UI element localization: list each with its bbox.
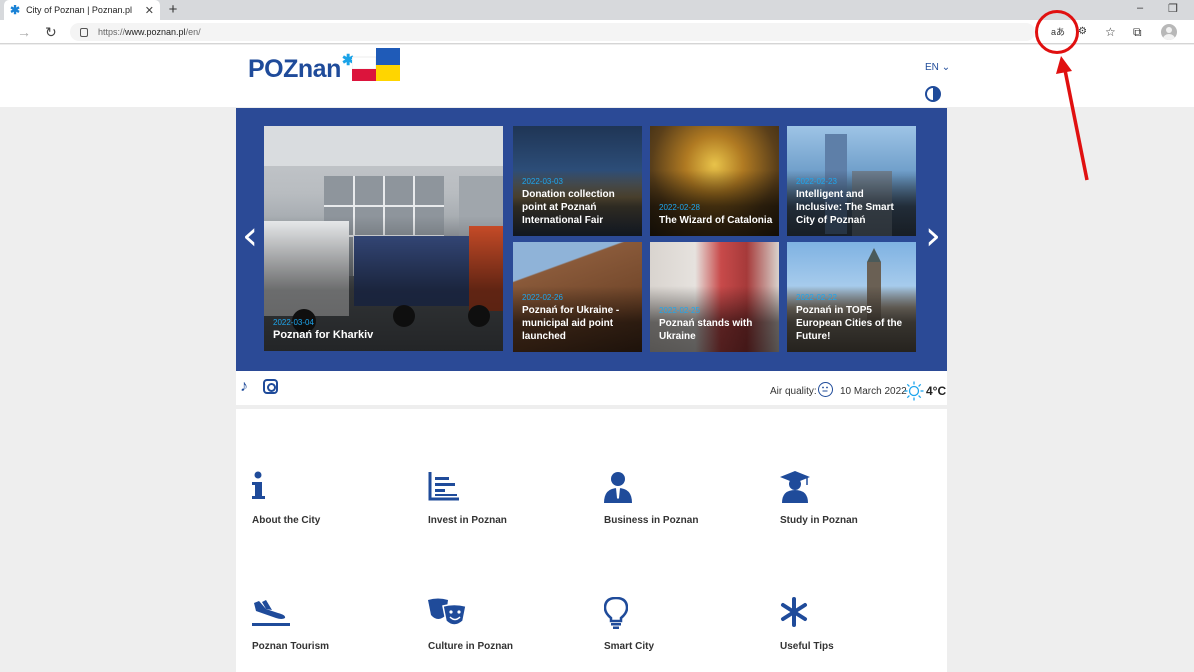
contrast-toggle-icon[interactable] — [925, 86, 941, 102]
info-bar: ♪ Air quality: 10 March 2022 4°C — [236, 371, 947, 405]
tab-close-icon[interactable]: ✕ — [145, 4, 154, 17]
tile-label: Culture in Poznan — [428, 641, 513, 652]
news-slider: ‹ › 2022-03-04 Poznań for Kharkiv 2022-0… — [236, 108, 947, 371]
lightbulb-icon — [603, 596, 764, 631]
poznan-favicon-icon: ✱ — [10, 3, 21, 17]
logo-text: POZnan — [248, 55, 341, 83]
news-card[interactable]: 2022-02-23 Intelligent and Inclusive: Th… — [787, 126, 916, 236]
news-date: 2022-02-28 — [659, 203, 700, 212]
news-card[interactable]: 2022-02-26 Poznań for Ukraine - municipa… — [513, 242, 642, 352]
url-scheme: https:// — [98, 27, 126, 37]
restore-icon[interactable]: ❐ — [1168, 2, 1178, 15]
news-date: 2022-02-22 — [796, 293, 837, 302]
language-select[interactable]: EN ⌄ — [925, 62, 950, 73]
news-card[interactable]: 2022-02-28 The Wizard of Catalonia — [650, 126, 779, 236]
news-card-featured[interactable]: 2022-03-04 Poznań for Kharkiv — [264, 126, 503, 351]
news-card[interactable]: 2022-03-03 Donation collection point at … — [513, 126, 642, 236]
news-title: Intelligent and Inclusive: The Smart Cit… — [796, 189, 894, 226]
businessman-icon — [604, 471, 764, 505]
poland-ukraine-flag-icon — [352, 48, 400, 81]
news-date: 2022-02-25 — [659, 306, 700, 315]
tab-title: City of Poznan | Poznan.pl — [26, 5, 132, 15]
news-date: 2022-02-26 — [522, 293, 563, 302]
address-bar: → ↻ https://www.poznan.pl/en/ aあ ⚙ ☆ ⧉ — [0, 20, 1194, 44]
info-icon — [252, 471, 412, 505]
url-host: www.poznan.pl — [125, 27, 186, 37]
slider-next-button[interactable]: › — [919, 216, 947, 256]
asterisk-icon — [780, 597, 940, 631]
news-card[interactable]: 2022-02-25 Poznań stands with Ukraine — [650, 242, 779, 352]
tile-smart-city[interactable]: Smart City — [603, 596, 764, 652]
tile-study[interactable]: Study in Poznan — [780, 471, 940, 526]
url-input[interactable]: https://www.poznan.pl/en/ — [70, 23, 1035, 41]
news-title: Poznań in TOP5 European Cities of the Fu… — [796, 305, 903, 342]
news-date: 2022-02-23 — [796, 177, 837, 186]
quick-links: About the City Invest in Poznan Business… — [236, 409, 947, 672]
chevron-down-icon: ⌄ — [941, 62, 951, 73]
url-path: /en/ — [185, 27, 201, 37]
news-title: Donation collection point at Poznań Inte… — [522, 189, 615, 226]
news-title: Poznań for Ukraine - municipal aid point… — [522, 305, 620, 342]
plane-icon — [252, 597, 412, 631]
news-title: The Wizard of Catalonia — [659, 215, 773, 226]
tile-useful-tips[interactable]: Useful Tips — [780, 597, 940, 652]
language-label: EN — [925, 62, 939, 73]
instagram-icon[interactable] — [263, 379, 278, 394]
temperature: 4°C — [926, 384, 947, 398]
news-title: Poznań for Kharkiv — [273, 329, 374, 341]
tile-business[interactable]: Business in Poznan — [604, 471, 764, 526]
site-header: POZnan ✱ EN ⌄ — [0, 45, 1194, 107]
lock-icon — [80, 27, 88, 37]
tile-label: Invest in Poznan — [428, 515, 507, 526]
news-date: 2022-03-03 — [522, 177, 563, 186]
graduate-icon — [780, 471, 940, 505]
air-quality-label: Air quality: — [770, 386, 817, 397]
extension-icon[interactable]: ⚙ — [1078, 24, 1087, 40]
tile-label: Business in Poznan — [604, 515, 699, 526]
browser-tab-bar: ✱ City of Poznan | Poznan.pl ✕ + – ❐ — [0, 0, 1194, 20]
tile-label: Poznan Tourism — [252, 641, 330, 652]
chart-icon — [428, 471, 588, 505]
sun-icon — [904, 381, 924, 401]
news-title: Poznań stands with Ukraine — [659, 318, 753, 342]
slider-prev-button[interactable]: ‹ — [236, 216, 264, 256]
news-date: 2022-03-04 — [273, 318, 314, 327]
tiktok-icon[interactable]: ♪ — [240, 379, 248, 395]
browser-tab[interactable]: ✱ City of Poznan | Poznan.pl ✕ — [4, 0, 160, 20]
tile-about-the-city[interactable]: About the City — [252, 471, 412, 526]
theater-masks-icon — [428, 597, 588, 631]
collections-icon[interactable]: ⧉ — [1133, 24, 1142, 40]
favorites-icon[interactable]: ☆ — [1105, 24, 1116, 40]
air-quality-smiley-icon — [818, 382, 833, 397]
refresh-icon[interactable]: ↻ — [45, 23, 57, 41]
weather-date: 10 March 2022 — [840, 386, 907, 397]
tile-invest[interactable]: Invest in Poznan — [428, 471, 588, 526]
poznan-logo[interactable]: POZnan ✱ — [248, 53, 354, 84]
new-tab-button[interactable]: + — [165, 1, 181, 19]
minimize-icon[interactable]: – — [1137, 2, 1143, 14]
news-card[interactable]: 2022-02-22 Poznań in TOP5 European Citie… — [787, 242, 916, 352]
tile-culture[interactable]: Culture in Poznan — [428, 597, 588, 652]
tile-label: Useful Tips — [780, 641, 834, 652]
tile-tourism[interactable]: Poznan Tourism — [252, 597, 412, 652]
translate-icon[interactable]: aあ — [1051, 24, 1065, 40]
back-icon[interactable]: → — [17, 23, 31, 41]
tile-label: Smart City — [604, 641, 655, 652]
tile-label: About the City — [252, 515, 321, 526]
tile-label: Study in Poznan — [780, 515, 858, 526]
profile-icon[interactable] — [1161, 24, 1177, 40]
